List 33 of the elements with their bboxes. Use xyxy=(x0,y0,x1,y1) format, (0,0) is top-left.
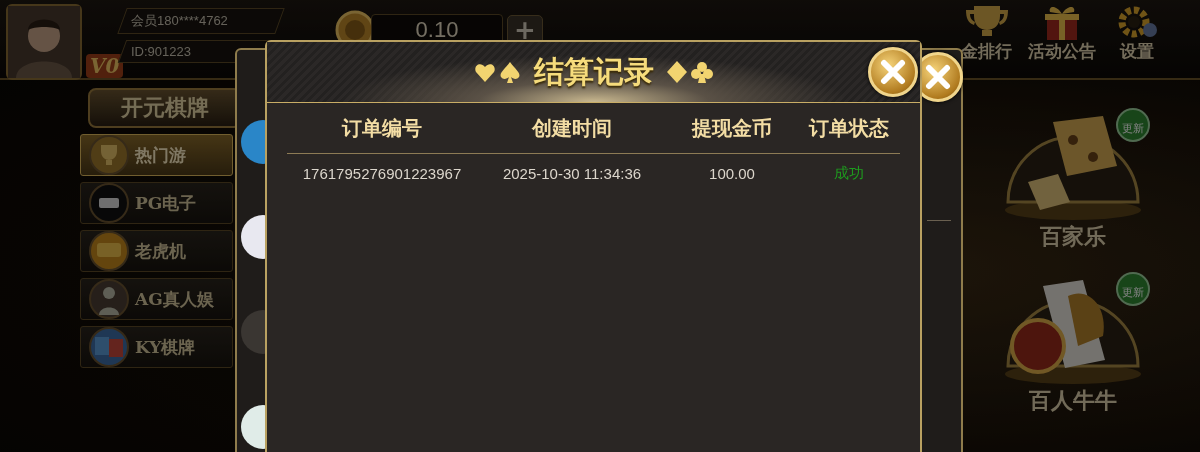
cards-icon xyxy=(89,327,129,367)
top-menu-item[interactable]: 活动公告 xyxy=(1028,40,1096,63)
category-item[interactable]: KY棋牌 xyxy=(80,326,233,368)
table-cell-text: 1761795276901223967 xyxy=(301,163,463,184)
column-header: 订单编号 xyxy=(287,103,477,154)
close-icon xyxy=(880,59,906,85)
figure-icon xyxy=(89,279,129,319)
update-badge: 更新 xyxy=(1116,108,1150,142)
dialog-title: 结算记录 xyxy=(533,52,654,91)
column-header: 提现金币 xyxy=(667,103,797,154)
top-menu-item[interactable]: 金排行 xyxy=(961,40,1012,63)
column-header: 订单状态 xyxy=(797,103,900,154)
category-item[interactable]: 老虎机 xyxy=(80,230,233,272)
trophy-icon xyxy=(89,135,129,175)
avatar[interactable] xyxy=(6,4,82,80)
table-cell-text: 2025-10-30 11:34:36 xyxy=(501,163,643,184)
slot-machine-icon xyxy=(89,231,129,271)
vip-badge: V0 xyxy=(86,54,124,78)
category-item[interactable]: AG真人娱 xyxy=(80,278,233,320)
member-label: 会员180****4762 xyxy=(117,8,285,34)
game-name[interactable]: 百家乐 xyxy=(1039,222,1106,252)
status-cell-text: 成功 xyxy=(832,162,865,183)
category-item[interactable]: 热门游 xyxy=(80,134,233,176)
heart-spade-icon xyxy=(473,60,522,84)
column-header: 创建时间 xyxy=(477,103,667,154)
game-name[interactable]: 百人牛牛 xyxy=(1028,386,1117,416)
game-logo-icon xyxy=(89,183,129,223)
table-cell-text: 100.00 xyxy=(708,163,756,184)
close-icon xyxy=(925,64,951,90)
update-badge: 更新 xyxy=(1116,272,1150,306)
top-menu-item[interactable]: 设置 xyxy=(1120,40,1154,63)
category-item[interactable]: PG电子 xyxy=(80,182,233,224)
diamond-club-icon xyxy=(665,60,714,84)
